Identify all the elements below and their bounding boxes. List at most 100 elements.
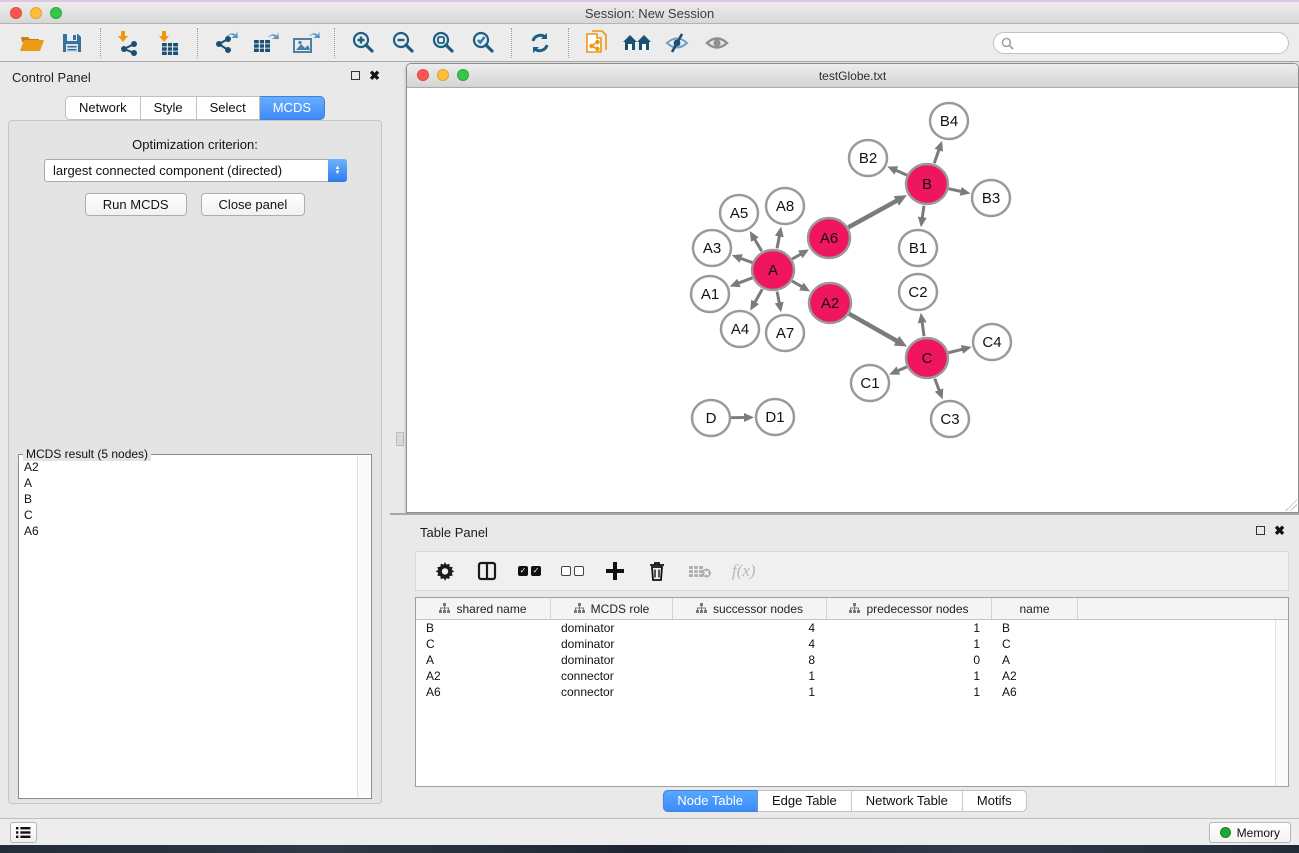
mcds-result-item[interactable]: A6 xyxy=(24,523,353,539)
zoom-out-icon[interactable] xyxy=(386,28,420,58)
cell-predecessor-nodes[interactable]: 1 xyxy=(827,668,992,684)
cell-name[interactable]: C xyxy=(992,636,1078,652)
search-input[interactable] xyxy=(1019,34,1288,52)
cell-successor-nodes[interactable]: 1 xyxy=(673,684,827,700)
table-tab-node-table[interactable]: Node Table xyxy=(662,790,758,812)
settings-gear-icon[interactable] xyxy=(434,559,456,583)
mcds-result-item[interactable]: B xyxy=(24,491,353,507)
eye-icon[interactable] xyxy=(700,28,734,58)
cell-name[interactable]: A6 xyxy=(992,684,1078,700)
table-tab-network-table[interactable]: Network Table xyxy=(852,790,963,812)
cell-MCDS-role[interactable]: dominator xyxy=(551,652,673,668)
cell-name[interactable]: A2 xyxy=(992,668,1078,684)
export-network-icon[interactable] xyxy=(209,28,243,58)
cell-successor-nodes[interactable]: 1 xyxy=(673,668,827,684)
deselect-all-checkboxes-icon[interactable] xyxy=(561,559,584,583)
eye-crossed-icon[interactable] xyxy=(660,28,694,58)
graph-node-D1[interactable]: D1 xyxy=(756,399,794,435)
table-row[interactable]: Cdominator41C xyxy=(416,636,1288,652)
home-pair-icon[interactable] xyxy=(620,28,654,58)
graph-node-A6[interactable]: A6 xyxy=(808,218,850,258)
refresh-icon[interactable] xyxy=(523,28,557,58)
cell-MCDS-role[interactable]: connector xyxy=(551,668,673,684)
close-panel-button[interactable]: Close panel xyxy=(201,193,306,216)
select-all-checkboxes-icon[interactable]: ✓✓ xyxy=(518,559,541,583)
cell-name[interactable]: A xyxy=(992,652,1078,668)
toolbar-search-field[interactable] xyxy=(993,32,1289,54)
table-row[interactable]: Adominator80A xyxy=(416,652,1288,668)
optimization-criterion-dropdown[interactable]: largest connected component (directed) ▲… xyxy=(44,159,347,182)
graph-node-A4[interactable]: A4 xyxy=(721,311,759,347)
cell-successor-nodes[interactable]: 4 xyxy=(673,636,827,652)
cell-predecessor-nodes[interactable]: 1 xyxy=(827,620,992,636)
cell-shared-name[interactable]: C xyxy=(416,636,551,652)
graph-node-C[interactable]: C xyxy=(906,338,948,378)
zoom-fit-icon[interactable] xyxy=(426,28,460,58)
mcds-result-list[interactable]: A2ABCA6 xyxy=(20,456,357,797)
graph-node-B[interactable]: B xyxy=(906,164,948,204)
cell-successor-nodes[interactable]: 8 xyxy=(673,652,827,668)
import-network-icon[interactable] xyxy=(112,28,146,58)
table-scrollbar[interactable] xyxy=(1275,620,1288,786)
cell-MCDS-role[interactable]: dominator xyxy=(551,636,673,652)
graph-node-A[interactable]: A xyxy=(752,250,794,290)
mcds-result-item[interactable]: A xyxy=(24,475,353,491)
task-history-button[interactable] xyxy=(10,822,37,843)
graph-node-A1[interactable]: A1 xyxy=(691,276,729,312)
export-table-icon[interactable] xyxy=(249,28,283,58)
window-resize-grip[interactable] xyxy=(1285,499,1297,511)
graph-node-D[interactable]: D xyxy=(692,400,730,436)
cell-predecessor-nodes[interactable]: 1 xyxy=(827,684,992,700)
open-session-icon[interactable] xyxy=(15,28,49,58)
export-image-icon[interactable] xyxy=(289,28,323,58)
memory-button[interactable]: Memory xyxy=(1209,822,1291,843)
mcds-result-item[interactable]: A2 xyxy=(24,459,353,475)
vertical-split-handle[interactable] xyxy=(396,432,404,446)
column-header-predecessor-nodes[interactable]: predecessor nodes xyxy=(827,598,992,619)
zoom-in-icon[interactable] xyxy=(346,28,380,58)
graph-node-B2[interactable]: B2 xyxy=(849,140,887,176)
graph-node-C4[interactable]: C4 xyxy=(973,324,1011,360)
column-header-MCDS-role[interactable]: MCDS role xyxy=(551,598,673,619)
cell-name[interactable]: B xyxy=(992,620,1078,636)
network-window-titlebar[interactable]: testGlobe.txt xyxy=(407,64,1298,88)
graph-node-B4[interactable]: B4 xyxy=(930,103,968,139)
cell-shared-name[interactable]: A xyxy=(416,652,551,668)
network-graph[interactable]: B4B2BB3A8A5A6A3B1AC2A1A2A4A7C4CC1C3DD1 xyxy=(407,88,1298,512)
result-scrollbar[interactable] xyxy=(357,456,370,797)
graph-node-A3[interactable]: A3 xyxy=(693,230,731,266)
close-table-panel-icon[interactable]: ✖ xyxy=(1274,526,1285,535)
mcds-result-item[interactable]: C xyxy=(24,507,353,523)
add-column-icon[interactable] xyxy=(604,559,626,583)
cell-predecessor-nodes[interactable]: 1 xyxy=(827,636,992,652)
float-panel-icon[interactable] xyxy=(351,71,360,80)
import-table-icon[interactable] xyxy=(152,28,186,58)
cell-successor-nodes[interactable]: 4 xyxy=(673,620,827,636)
delete-column-trash-icon[interactable] xyxy=(646,559,668,583)
run-mcds-button[interactable]: Run MCDS xyxy=(85,193,187,216)
graph-node-A7[interactable]: A7 xyxy=(766,315,804,351)
column-header-shared-name[interactable]: shared name xyxy=(416,598,551,619)
column-header-successor-nodes[interactable]: successor nodes xyxy=(673,598,827,619)
graph-node-C2[interactable]: C2 xyxy=(899,274,937,310)
control-tab-select[interactable]: Select xyxy=(197,96,260,120)
graph-node-B3[interactable]: B3 xyxy=(972,180,1010,216)
cell-shared-name[interactable]: A2 xyxy=(416,668,551,684)
control-tab-style[interactable]: Style xyxy=(141,96,197,120)
table-row[interactable]: A6connector11A6 xyxy=(416,684,1288,700)
cell-MCDS-role[interactable]: dominator xyxy=(551,620,673,636)
table-tab-motifs[interactable]: Motifs xyxy=(963,790,1027,812)
graph-node-B1[interactable]: B1 xyxy=(899,230,937,266)
close-panel-icon[interactable]: ✖ xyxy=(369,71,380,80)
table-tab-edge-table[interactable]: Edge Table xyxy=(758,790,852,812)
graph-node-C3[interactable]: C3 xyxy=(931,401,969,437)
control-tab-network[interactable]: Network xyxy=(65,96,141,120)
column-header-name[interactable]: name xyxy=(992,598,1078,619)
graph-node-A8[interactable]: A8 xyxy=(766,188,804,224)
network-document-icon[interactable] xyxy=(580,28,614,58)
cell-MCDS-role[interactable]: connector xyxy=(551,684,673,700)
edge-A6-B[interactable] xyxy=(848,199,899,227)
cell-shared-name[interactable]: A6 xyxy=(416,684,551,700)
control-tab-mcds[interactable]: MCDS xyxy=(260,96,325,120)
cell-shared-name[interactable]: B xyxy=(416,620,551,636)
